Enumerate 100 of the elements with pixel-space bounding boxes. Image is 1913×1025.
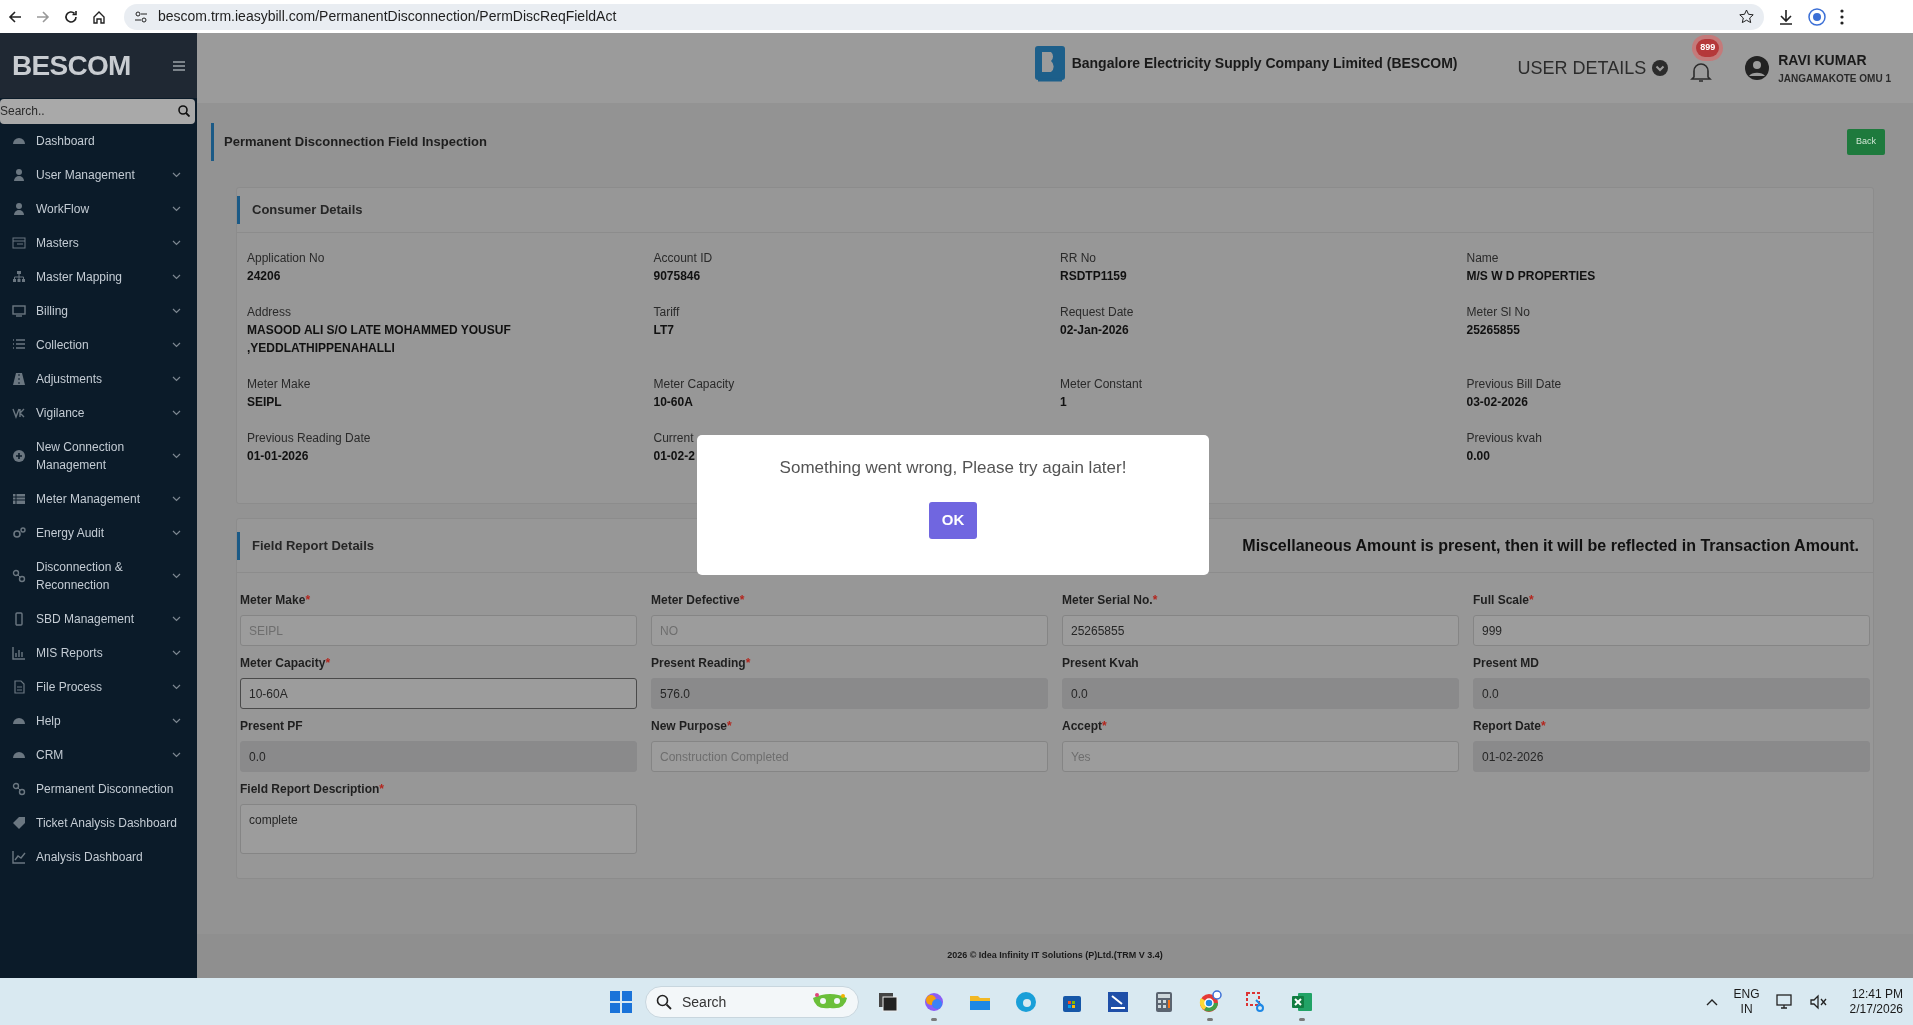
user-details-dropdown[interactable]: USER DETAILS bbox=[1517, 54, 1669, 82]
forward-icon[interactable] bbox=[36, 9, 50, 24]
menu-label[interactable]: Analysis Dashboard bbox=[36, 847, 181, 866]
site-settings-icon[interactable] bbox=[134, 9, 148, 24]
sidebar-item[interactable]: Disconnection & Reconnection bbox=[0, 549, 197, 602]
chevron-down-icon bbox=[172, 239, 181, 246]
sidebar-item[interactable]: User Management bbox=[0, 157, 197, 192]
reload-icon[interactable] bbox=[64, 9, 78, 24]
windows-start-icon[interactable] bbox=[609, 989, 633, 1014]
description-field[interactable]: complete bbox=[240, 804, 637, 854]
star-icon[interactable] bbox=[1739, 9, 1754, 24]
taskbar-search-field[interactable]: Search bbox=[645, 985, 859, 1018]
menu-label[interactable]: Disconnection & Reconnection bbox=[36, 557, 162, 594]
menu-label[interactable]: File Process bbox=[36, 677, 162, 696]
sidebar-item[interactable]: CRM bbox=[0, 737, 197, 772]
sidebar-item[interactable]: File Process bbox=[0, 669, 197, 704]
menu-label[interactable]: Vigilance bbox=[36, 403, 162, 422]
text-field[interactable]: 0.0 bbox=[1062, 678, 1459, 709]
clock-date[interactable]: 2/17/2026 bbox=[1849, 1001, 1903, 1017]
chevron-down-icon bbox=[172, 615, 181, 622]
text-field[interactable]: 10-60A bbox=[240, 678, 637, 709]
sidebar-item[interactable]: Ticket Analysis Dashboard bbox=[0, 805, 197, 840]
text-field[interactable]: 0.0 bbox=[240, 741, 637, 772]
chevron-down-icon bbox=[172, 375, 181, 382]
menu-label[interactable]: Help bbox=[36, 711, 162, 730]
language-indicator[interactable]: ENG bbox=[1733, 986, 1760, 1002]
search-field[interactable]: Search.. bbox=[0, 98, 195, 124]
page-title: Permanent Disconnection Field Inspection bbox=[224, 133, 487, 152]
menu-icon[interactable] bbox=[173, 60, 185, 71]
field-value: 0.00 bbox=[1466, 448, 1491, 465]
profile-icon[interactable] bbox=[1808, 7, 1826, 26]
sidebar-item[interactable]: Help bbox=[0, 703, 197, 738]
document-icon bbox=[12, 679, 26, 694]
menu-label[interactable]: Ticket Analysis Dashboard bbox=[36, 813, 181, 832]
menu-label[interactable]: User Management bbox=[36, 165, 162, 184]
ok-button[interactable]: OK bbox=[929, 501, 977, 539]
sidebar-item[interactable]: Adjustments bbox=[0, 361, 197, 396]
tag-icon bbox=[12, 815, 26, 830]
menu-label[interactable]: Masters bbox=[36, 233, 162, 252]
address-bar[interactable]: bescom.trm.ieasybill.com/PermanentDisconnection/PermDiscReqFieldAct bbox=[124, 3, 1764, 30]
sidebar-item[interactable]: MIS Reports bbox=[0, 635, 197, 670]
menu-label[interactable]: Billing bbox=[36, 301, 162, 320]
network-monitor-icon[interactable] bbox=[1775, 993, 1794, 1010]
bell-icon[interactable] bbox=[1690, 61, 1713, 83]
chevron-down-icon bbox=[172, 341, 181, 348]
download-icon[interactable] bbox=[1778, 8, 1794, 25]
menu-label[interactable]: Adjustments bbox=[36, 369, 162, 388]
list-icon bbox=[12, 491, 26, 506]
chevron-down-icon bbox=[172, 572, 181, 579]
sidebar-item[interactable]: Masters bbox=[0, 225, 197, 260]
running-indicator bbox=[931, 1017, 937, 1021]
sidebar-item[interactable]: Analysis Dashboard bbox=[0, 839, 197, 874]
chevron-up-icon[interactable] bbox=[1705, 997, 1718, 1006]
text-field[interactable]: 999 bbox=[1473, 615, 1870, 646]
menu-label[interactable]: SBD Management bbox=[36, 609, 162, 628]
field-label: Request Date bbox=[1060, 304, 1134, 321]
sidebar-item[interactable]: WorkFlow bbox=[0, 191, 197, 226]
sidebar-item[interactable]: Master Mapping bbox=[0, 259, 197, 294]
field-label: Meter Capacity* bbox=[240, 655, 331, 672]
menu-label[interactable]: Permanent Disconnection bbox=[36, 779, 181, 798]
field-label: Meter Defective* bbox=[651, 592, 745, 609]
menu-label[interactable]: Collection bbox=[36, 335, 162, 354]
sidebar-item[interactable]: Billing bbox=[0, 293, 197, 328]
field-label: New Purpose* bbox=[651, 718, 732, 735]
notice-text: Miscellaneous Amount is present, then it will be reflected in Transaction Amount. bbox=[1242, 535, 1859, 556]
menu-label[interactable]: New Connection Management bbox=[36, 437, 162, 474]
speaker-muted-icon[interactable] bbox=[1809, 993, 1828, 1010]
text-field[interactable]: 576.0 bbox=[651, 678, 1048, 709]
field-label: Previous Reading Date bbox=[247, 430, 371, 447]
person-icon bbox=[12, 201, 26, 216]
more-menu-icon[interactable] bbox=[1840, 8, 1844, 25]
back-button[interactable]: Back bbox=[1847, 129, 1885, 155]
search-icon[interactable] bbox=[178, 105, 190, 117]
text-field[interactable]: 25265855 bbox=[1062, 615, 1459, 646]
sidebar-item[interactable]: Vigilance bbox=[0, 395, 197, 430]
menu-label[interactable]: Meter Management bbox=[36, 489, 162, 508]
clock-time[interactable]: 12:41 PM bbox=[1851, 986, 1903, 1002]
home-icon[interactable] bbox=[92, 9, 106, 24]
sidebar-item[interactable]: Meter Management bbox=[0, 481, 197, 516]
sidebar-item[interactable]: New Connection Management bbox=[0, 429, 197, 482]
menu-label[interactable]: Master Mapping bbox=[36, 267, 162, 286]
text-field[interactable]: 01-02-2026 bbox=[1473, 741, 1870, 772]
region-indicator[interactable]: IN bbox=[1740, 1001, 1753, 1017]
sidebar-item[interactable]: Energy Audit bbox=[0, 515, 197, 550]
sidebar-item[interactable]: Dashboard bbox=[0, 123, 197, 158]
field-value: M/S W D PROPERTIES bbox=[1466, 268, 1597, 285]
text-field[interactable]: 0.0 bbox=[1473, 678, 1870, 709]
sidebar-item[interactable]: Collection bbox=[0, 327, 197, 362]
menu-label[interactable]: WorkFlow bbox=[36, 199, 162, 218]
back-icon[interactable] bbox=[8, 9, 22, 24]
menu-label[interactable]: CRM bbox=[36, 745, 162, 764]
field-label: Accept* bbox=[1062, 718, 1107, 735]
menu-label[interactable]: Dashboard bbox=[36, 131, 181, 150]
sidebar-item[interactable]: Permanent Disconnection bbox=[0, 771, 197, 806]
sidebar-item[interactable]: SBD Management bbox=[0, 601, 197, 636]
menu-label[interactable]: MIS Reports bbox=[36, 643, 162, 662]
menu-label[interactable]: Energy Audit bbox=[36, 523, 162, 542]
field-value: SEIPL bbox=[247, 394, 283, 411]
field-label: Tariff bbox=[653, 304, 680, 321]
url-text: bescom.trm.ieasybill.com/PermanentDisconnection/PermDiscReqFieldAct bbox=[158, 7, 617, 26]
